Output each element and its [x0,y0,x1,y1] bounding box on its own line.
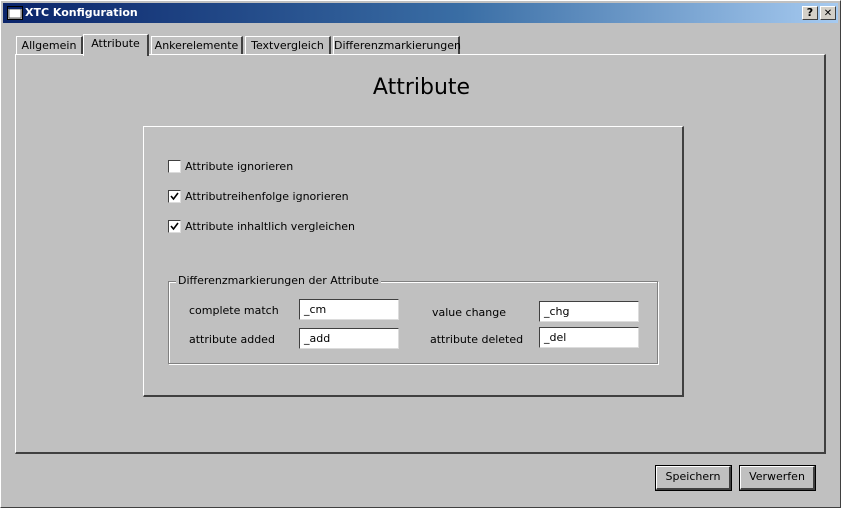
window-title: XTC Konfiguration [25,6,138,19]
attribute-markers-group: Differenzmarkierungen der Attribute comp… [168,274,658,364]
help-icon: ? [806,6,814,19]
title-bar[interactable]: XTC Konfiguration ? ✕ [3,3,838,23]
attribute-settings-box: Attribute ignorieren Attributreihenfolge… [143,126,684,397]
close-button[interactable]: ✕ [820,6,836,20]
checkmark-icon [170,222,179,231]
complete-match-label: complete match [189,304,279,317]
value-change-label: value change [432,306,507,319]
ignore-attribute-order-checkbox[interactable] [168,190,181,203]
attribute-deleted-input[interactable]: _del [539,327,639,348]
tab-attribute[interactable]: Attribute [83,34,149,56]
save-button[interactable]: Speichern [655,465,732,491]
config-window: XTC Konfiguration ? ✕ Allgemein Attribut… [0,0,841,508]
attribute-added-label: attribute added [189,333,275,346]
compare-attribute-content-checkbox[interactable] [168,220,181,233]
ignore-attributes-checkbox[interactable] [168,160,181,173]
help-button[interactable]: ? [802,6,818,20]
page-title: Attribute [372,75,471,100]
app-window-icon [7,6,23,20]
option-label: Attribute inhaltlich vergleichen [185,220,356,233]
value-change-input[interactable]: _chg [539,301,639,322]
checkmark-icon [170,192,179,201]
group-legend: Differenzmarkierungen der Attribute [176,274,381,287]
discard-button[interactable]: Verwerfen [739,465,816,491]
tab-textvergleich[interactable]: Textvergleich [245,36,331,55]
attribute-added-input[interactable]: _add [299,328,399,349]
complete-match-input[interactable]: _cm [299,299,399,320]
close-icon: ✕ [823,8,833,19]
attribute-deleted-label: attribute deleted [430,333,524,346]
tab-differenzmarkierungen[interactable]: Differenzmarkierungen [333,36,461,55]
option-label: Attribute ignorieren [185,160,294,173]
tab-panel-attribute: Attribute Attribute ignorieren Attributr… [15,54,826,454]
tab-allgemein[interactable]: Allgemein [16,36,83,55]
option-label: Attributreihenfolge ignorieren [185,190,349,203]
tab-ankerelemente[interactable]: Ankerelemente [151,36,243,55]
